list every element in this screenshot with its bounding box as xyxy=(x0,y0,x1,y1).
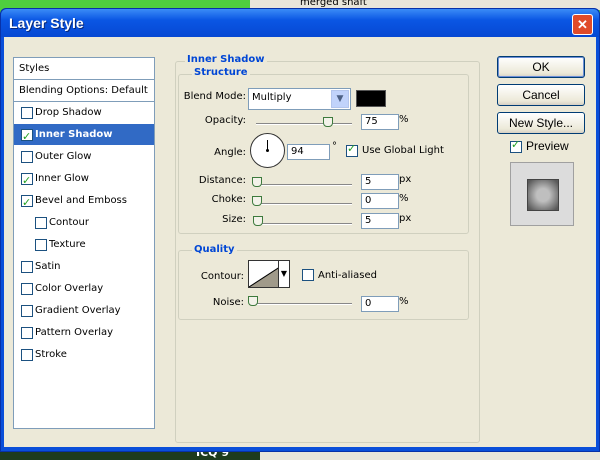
style-item-label: Color Overlay xyxy=(35,283,104,294)
title-bar[interactable]: Layer Style ✕ xyxy=(1,9,599,37)
inner-shadow-checkbox[interactable] xyxy=(21,126,33,147)
window-title: Layer Style xyxy=(9,15,84,31)
dialog-client-area: Styles Blending Options: Default Drop Sh… xyxy=(4,37,596,447)
styles-header[interactable]: Styles xyxy=(14,58,154,80)
anti-aliased-label: Anti-aliased xyxy=(318,270,378,281)
noise-slider-track[interactable] xyxy=(252,303,352,305)
background-layer-label: merged shaft xyxy=(300,0,367,8)
satin-checkbox[interactable] xyxy=(21,261,33,273)
distance-input[interactable]: 5 xyxy=(361,174,399,190)
size-label: Size: xyxy=(222,214,246,225)
style-item-inner-glow[interactable]: Inner Glow xyxy=(14,168,154,191)
noise-slider-thumb[interactable] xyxy=(248,296,258,306)
opacity-input[interactable]: 75 xyxy=(361,114,399,130)
inner-glow-checkbox[interactable] xyxy=(21,170,33,191)
style-item-stroke[interactable]: Stroke xyxy=(14,344,154,365)
contour-checkbox[interactable] xyxy=(35,217,47,229)
style-item-label: Stroke xyxy=(35,349,67,360)
drop-shadow-checkbox[interactable] xyxy=(21,107,33,119)
outer-glow-checkbox[interactable] xyxy=(21,151,33,163)
choke-input[interactable]: 0 xyxy=(361,193,399,209)
blend-mode-select[interactable]: Multiply ▼ xyxy=(248,88,351,110)
style-item-drop-shadow[interactable]: Drop Shadow xyxy=(14,102,154,123)
stroke-checkbox[interactable] xyxy=(21,349,33,361)
style-item-satin[interactable]: Satin xyxy=(14,256,154,277)
styles-list: Styles Blending Options: Default Drop Sh… xyxy=(13,57,155,429)
opacity-unit: % xyxy=(399,114,409,125)
size-input[interactable]: 5 xyxy=(361,213,399,229)
blending-options-item[interactable]: Blending Options: Default xyxy=(14,80,154,102)
style-item-inner-shadow[interactable]: Inner Shadow xyxy=(14,124,154,147)
gradient-overlay-checkbox[interactable] xyxy=(21,305,33,317)
anti-aliased-checkbox[interactable] xyxy=(302,269,314,281)
blend-mode-label: Blend Mode: xyxy=(183,91,246,102)
distance-slider-track[interactable] xyxy=(256,184,352,186)
opacity-slider-thumb[interactable] xyxy=(323,117,333,127)
style-item-texture[interactable]: Texture xyxy=(14,234,154,255)
angle-dial-center xyxy=(266,149,269,152)
inner-shadow-title: Inner Shadow xyxy=(185,54,267,65)
style-item-label: Pattern Overlay xyxy=(35,327,114,338)
angle-label: Angle: xyxy=(214,147,246,158)
structure-title: Structure xyxy=(192,67,250,78)
style-item-label: Texture xyxy=(49,239,86,250)
chevron-down-icon[interactable]: ▼ xyxy=(331,90,349,108)
style-item-outer-glow[interactable]: Outer Glow xyxy=(14,146,154,167)
style-item-label: Outer Glow xyxy=(35,151,92,162)
style-item-label: Drop Shadow xyxy=(35,107,102,118)
bevel-emboss-checkbox[interactable] xyxy=(21,192,33,213)
quality-title: Quality xyxy=(192,244,237,255)
shadow-color-swatch[interactable] xyxy=(356,90,386,107)
distance-label: Distance: xyxy=(198,175,246,186)
style-preview-thumbnail xyxy=(510,162,574,226)
size-slider-track[interactable] xyxy=(256,223,352,225)
choke-label: Choke: xyxy=(211,194,246,205)
style-item-gradient-overlay[interactable]: Gradient Overlay xyxy=(14,300,154,321)
choke-slider-thumb[interactable] xyxy=(252,196,262,206)
opacity-label: Opacity: xyxy=(204,115,246,126)
contour-dropdown-arrow[interactable]: ▼ xyxy=(278,260,290,288)
ok-button[interactable]: OK xyxy=(497,56,585,78)
contour-label: Contour: xyxy=(200,271,244,282)
choke-slider-track[interactable] xyxy=(256,203,352,205)
angle-unit: ° xyxy=(332,141,337,152)
global-light-label: Use Global Light xyxy=(362,145,444,156)
style-item-color-overlay[interactable]: Color Overlay xyxy=(14,278,154,299)
style-item-label: Gradient Overlay xyxy=(35,305,121,316)
styles-header-label: Styles xyxy=(19,63,50,74)
noise-label: Noise: xyxy=(212,297,244,308)
new-style-button[interactable]: New Style... xyxy=(497,112,585,134)
size-unit: px xyxy=(399,213,412,224)
pattern-overlay-checkbox[interactable] xyxy=(21,327,33,339)
distance-slider-thumb[interactable] xyxy=(252,177,262,187)
style-item-pattern-overlay[interactable]: Pattern Overlay xyxy=(14,322,154,343)
angle-dial[interactable] xyxy=(250,133,285,168)
style-item-label: Inner Glow xyxy=(35,173,89,184)
preview-label: Preview xyxy=(526,139,569,153)
layer-style-dialog: Layer Style ✕ Styles Blending Options: D… xyxy=(0,8,600,452)
global-light-checkbox[interactable] xyxy=(346,142,358,157)
distance-unit: px xyxy=(399,174,412,185)
choke-unit: % xyxy=(399,193,409,204)
preview-checkbox[interactable] xyxy=(510,138,522,153)
blending-options-label: Blending Options: Default xyxy=(19,85,148,96)
style-item-bevel-emboss[interactable]: Bevel and Emboss xyxy=(14,190,154,213)
noise-input[interactable]: 0 xyxy=(361,296,399,312)
style-item-label: Inner Shadow xyxy=(35,129,113,140)
noise-unit: % xyxy=(399,296,409,307)
style-item-contour[interactable]: Contour xyxy=(14,212,154,233)
close-button[interactable]: ✕ xyxy=(572,14,593,35)
color-overlay-checkbox[interactable] xyxy=(21,283,33,295)
style-item-label: Satin xyxy=(35,261,61,272)
style-item-label: Contour xyxy=(49,217,89,228)
preview-swatch xyxy=(527,179,559,211)
cancel-button[interactable]: Cancel xyxy=(497,84,585,106)
angle-input[interactable]: 94 xyxy=(287,144,330,160)
opacity-slider-track[interactable] xyxy=(256,123,352,125)
size-slider-thumb[interactable] xyxy=(253,216,263,226)
texture-checkbox[interactable] xyxy=(35,239,47,251)
style-item-label: Bevel and Emboss xyxy=(35,195,127,206)
blend-mode-value: Multiply xyxy=(252,92,292,103)
quality-group xyxy=(178,250,469,320)
